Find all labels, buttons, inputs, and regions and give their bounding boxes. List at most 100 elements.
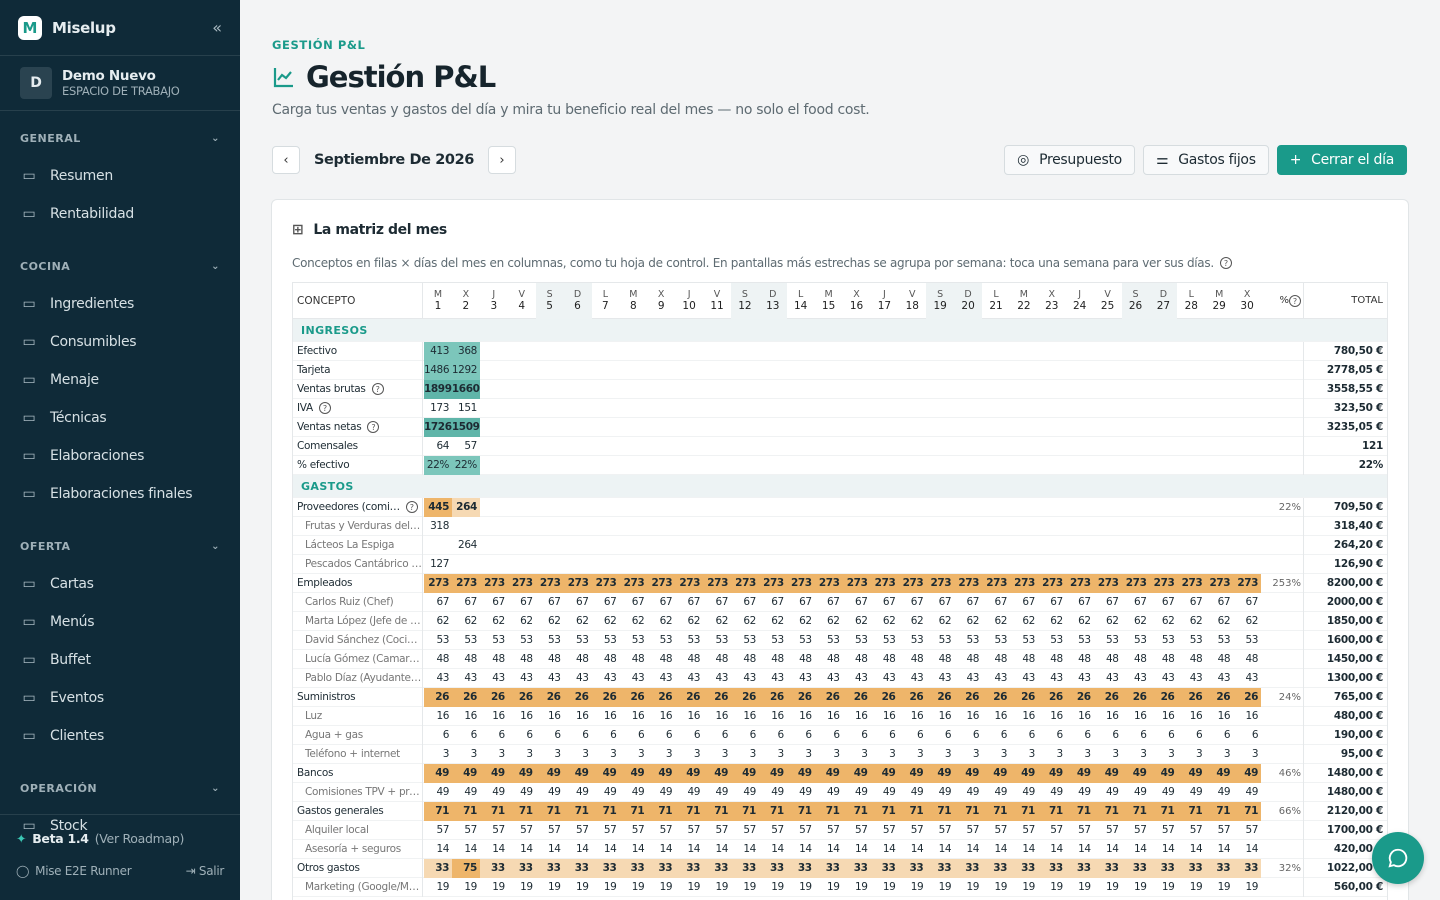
- sidebar-item-2[interactable]: ▭ Menaje: [0, 361, 240, 399]
- day-cell[interactable]: 273: [675, 574, 704, 593]
- day-cell[interactable]: 33: [507, 859, 536, 878]
- day-cell[interactable]: 1899: [424, 380, 452, 399]
- day-cell[interactable]: 33: [535, 859, 564, 878]
- day-cell[interactable]: 33: [1205, 859, 1234, 878]
- day-cell[interactable]: 43: [1038, 669, 1066, 688]
- day-cell[interactable]: 57: [954, 821, 982, 840]
- day-cell[interactable]: 62: [619, 612, 647, 631]
- day-cell[interactable]: 273: [619, 574, 648, 593]
- nav-section-3[interactable]: OPERACIÓN ⌄: [0, 769, 240, 807]
- day-cell[interactable]: 3: [815, 745, 843, 764]
- day-cell[interactable]: 273: [842, 574, 871, 593]
- day-cell[interactable]: 14: [982, 840, 1010, 859]
- day-cell[interactable]: 67: [843, 593, 871, 612]
- day-cell[interactable]: 57: [564, 821, 592, 840]
- day-cell[interactable]: 49: [1177, 783, 1205, 802]
- day-cell[interactable]: 57: [1122, 821, 1150, 840]
- nav-section-1[interactable]: COCINA ⌄: [0, 247, 240, 285]
- day-cell[interactable]: 49: [1149, 764, 1178, 783]
- day-cell[interactable]: 67: [1038, 593, 1066, 612]
- day-cell[interactable]: 43: [675, 669, 703, 688]
- day-cell[interactable]: 71: [479, 802, 508, 821]
- day-cell[interactable]: 53: [731, 631, 759, 650]
- day-cell[interactable]: 48: [1149, 650, 1177, 669]
- day-cell[interactable]: 264: [452, 536, 480, 555]
- sidebar-item-0[interactable]: ▭ Ingredientes: [0, 285, 240, 323]
- day-cell[interactable]: 19: [619, 878, 647, 897]
- day-cell[interactable]: 16: [675, 707, 703, 726]
- day-cell[interactable]: 71: [814, 802, 843, 821]
- day-cell[interactable]: 445: [424, 498, 452, 517]
- day-cell[interactable]: 49: [1149, 783, 1177, 802]
- day-cell[interactable]: 26: [1065, 688, 1094, 707]
- day-cell[interactable]: 43: [536, 669, 564, 688]
- day-cell[interactable]: 67: [954, 593, 982, 612]
- day-cell[interactable]: 53: [1010, 631, 1038, 650]
- help-icon[interactable]: ?: [1219, 257, 1232, 269]
- day-cell[interactable]: 48: [619, 650, 647, 669]
- day-cell[interactable]: 71: [1149, 802, 1178, 821]
- day-cell[interactable]: 62: [452, 612, 480, 631]
- day-cell[interactable]: 49: [479, 764, 508, 783]
- day-cell[interactable]: 57: [1010, 821, 1038, 840]
- day-cell[interactable]: 16: [452, 707, 480, 726]
- day-cell[interactable]: 14: [619, 840, 647, 859]
- day-cell[interactable]: 26: [1009, 688, 1038, 707]
- day-cell[interactable]: 14: [1038, 840, 1066, 859]
- day-cell[interactable]: 67: [1094, 593, 1122, 612]
- day-cell[interactable]: 43: [508, 669, 536, 688]
- day-cell[interactable]: 43: [815, 669, 843, 688]
- day-cell[interactable]: 273: [1065, 574, 1094, 593]
- collapse-sidebar-icon[interactable]: «: [212, 18, 222, 37]
- day-cell[interactable]: 49: [954, 783, 982, 802]
- day-cell[interactable]: 3: [1038, 745, 1066, 764]
- day-cell[interactable]: 19: [1205, 878, 1233, 897]
- day-cell[interactable]: 33: [1093, 859, 1122, 878]
- day-cell[interactable]: 14: [1066, 840, 1094, 859]
- day-cell[interactable]: 49: [787, 783, 815, 802]
- day-cell[interactable]: 49: [424, 783, 452, 802]
- day-cell[interactable]: 43: [926, 669, 954, 688]
- day-cell[interactable]: 67: [675, 593, 703, 612]
- day-cell[interactable]: 1509: [451, 418, 480, 437]
- sidebar-item-2[interactable]: ▭ Buffet: [0, 641, 240, 679]
- day-cell[interactable]: 71: [563, 802, 592, 821]
- day-cell[interactable]: 62: [1066, 612, 1094, 631]
- day-cell[interactable]: 49: [703, 783, 731, 802]
- day-cell[interactable]: 16: [591, 707, 619, 726]
- day-cell[interactable]: 48: [1177, 650, 1205, 669]
- day-cell[interactable]: 67: [815, 593, 843, 612]
- day-cell[interactable]: 16: [1066, 707, 1094, 726]
- day-cell[interactable]: 57: [703, 821, 731, 840]
- day-cell[interactable]: 49: [452, 783, 480, 802]
- day-cell[interactable]: 48: [1122, 650, 1150, 669]
- day-cell[interactable]: 273: [730, 574, 759, 593]
- day-cell[interactable]: 6: [1149, 726, 1177, 745]
- day-cell[interactable]: 26: [703, 688, 731, 707]
- day-cell[interactable]: 14: [452, 840, 480, 859]
- day-cell[interactable]: 71: [535, 802, 564, 821]
- day-cell[interactable]: 273: [1009, 574, 1038, 593]
- day-cell[interactable]: 26: [1177, 688, 1206, 707]
- day-cell[interactable]: 62: [731, 612, 759, 631]
- day-cell[interactable]: 19: [1177, 878, 1205, 897]
- day-cell[interactable]: 127: [424, 555, 452, 574]
- sidebar-item-1[interactable]: ▭ Rentabilidad: [0, 195, 240, 233]
- day-cell[interactable]: 71: [1009, 802, 1038, 821]
- day-cell[interactable]: 3: [591, 745, 619, 764]
- day-cell[interactable]: 49: [536, 783, 564, 802]
- day-cell[interactable]: 71: [1177, 802, 1206, 821]
- day-cell[interactable]: 3: [508, 745, 536, 764]
- day-cell[interactable]: 71: [898, 802, 927, 821]
- day-cell[interactable]: 49: [564, 783, 592, 802]
- day-cell[interactable]: 43: [870, 669, 898, 688]
- day-cell[interactable]: 273: [758, 574, 787, 593]
- day-cell[interactable]: 26: [591, 688, 620, 707]
- day-cell[interactable]: 3: [1122, 745, 1150, 764]
- day-cell[interactable]: 53: [564, 631, 592, 650]
- day-cell[interactable]: 16: [898, 707, 926, 726]
- day-cell[interactable]: 151: [452, 399, 480, 418]
- day-cell[interactable]: 49: [703, 764, 731, 783]
- day-cell[interactable]: 53: [1038, 631, 1066, 650]
- day-cell[interactable]: 19: [787, 878, 815, 897]
